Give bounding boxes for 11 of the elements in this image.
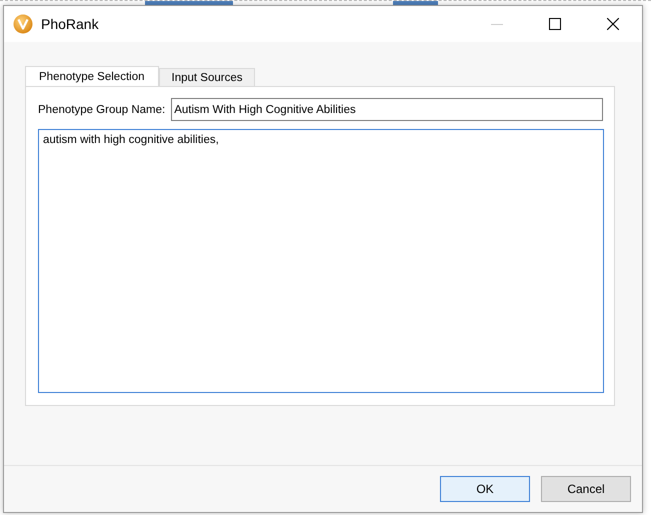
ok-button[interactable]: OK <box>440 476 530 502</box>
app-logo-icon <box>13 14 33 34</box>
phenotype-terms-field[interactable]: autism with high cognitive abilities, <box>38 129 604 393</box>
close-icon <box>607 18 619 30</box>
group-name-field[interactable]: Autism With High Cognitive Abilities <box>171 98 603 121</box>
window-title: PhoRank <box>41 16 99 32</box>
tab[interactable]: Phenotype Selection <box>25 66 158 86</box>
cancel-button[interactable]: Cancel <box>541 476 631 502</box>
tab[interactable]: Input Sources <box>158 68 256 86</box>
maximize-icon <box>549 18 561 30</box>
group-name-label: Phenotype Group Name: <box>38 104 166 116</box>
